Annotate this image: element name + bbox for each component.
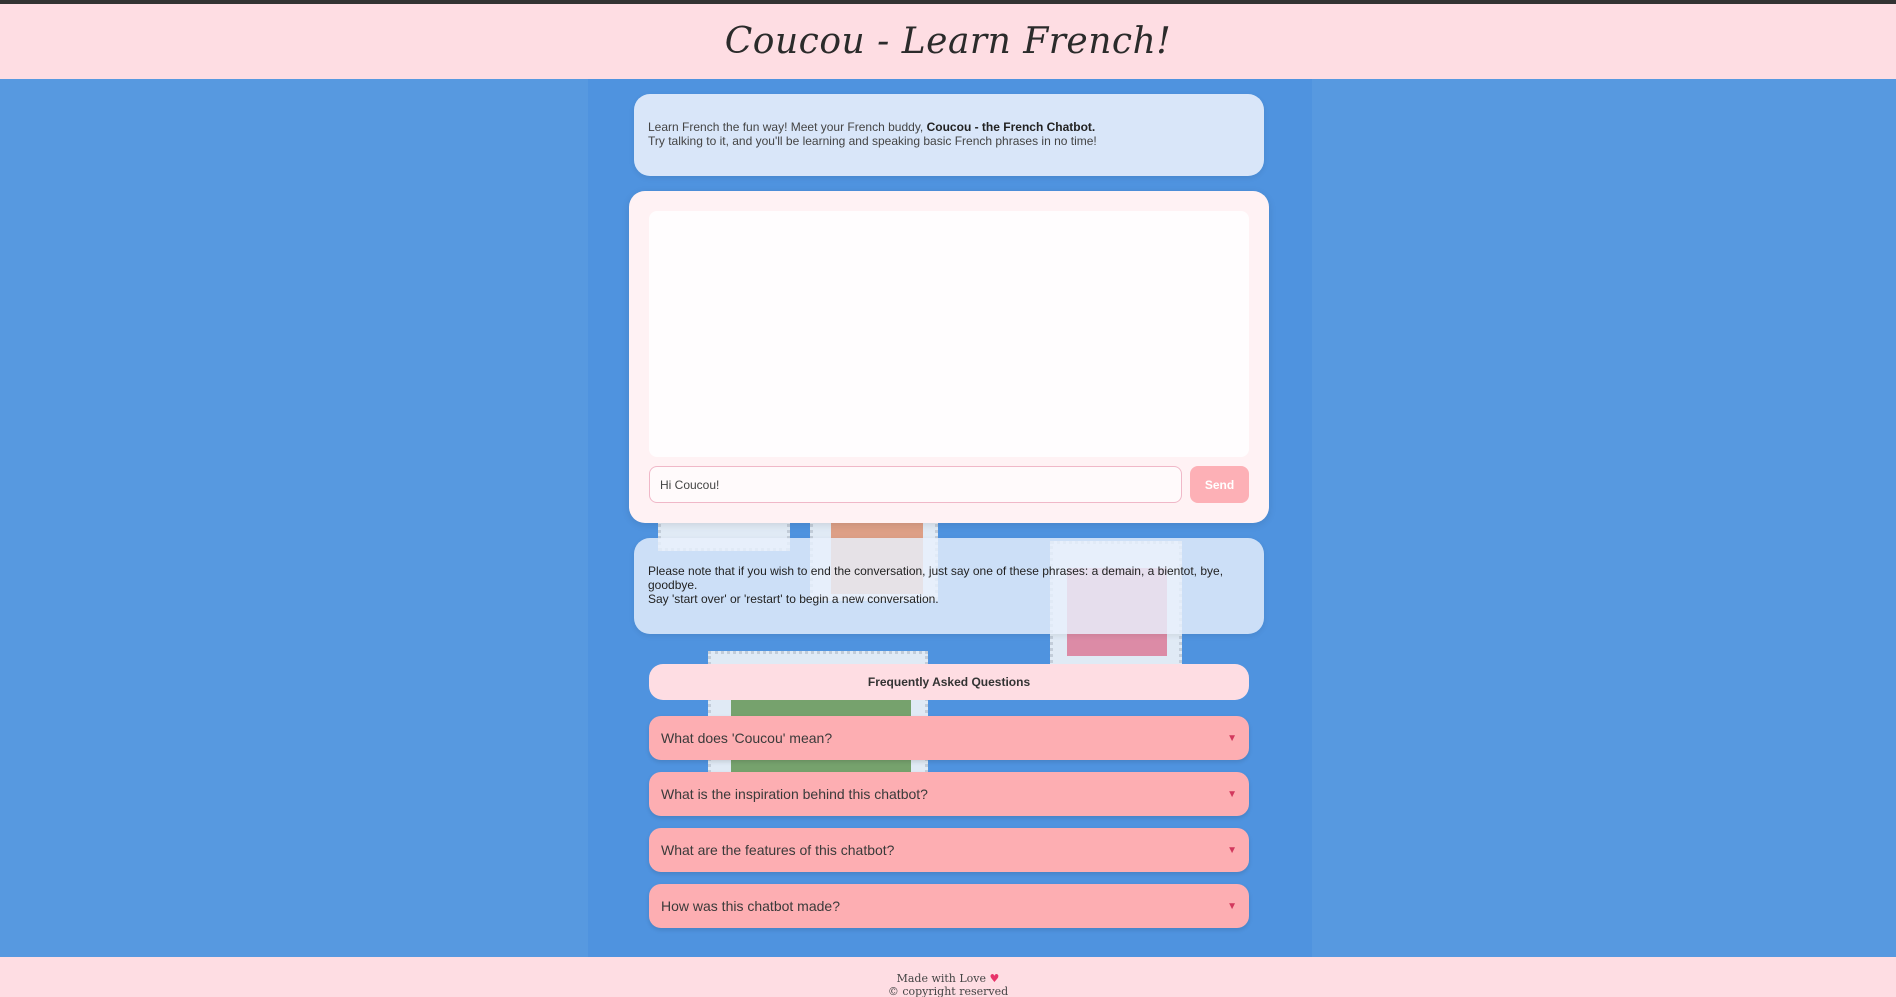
heart-icon: ♥ <box>989 972 1000 985</box>
faq-item[interactable]: How was this chatbot made? ▼ <box>649 884 1249 928</box>
triangle-down-icon: ▼ <box>1227 900 1237 912</box>
faq-question: What are the features of this chatbot? <box>661 842 895 858</box>
copyright-text: © copyright reserved <box>887 985 1009 997</box>
triangle-down-icon: ▼ <box>1227 788 1237 800</box>
chat-card: Send <box>629 191 1269 523</box>
site-footer: Made with Love ♥ © copyright reserved <box>0 957 1896 997</box>
faq-item[interactable]: What does 'Coucou' mean? ▼ <box>649 716 1249 760</box>
intro-line2: Try talking to it, and you'll be learnin… <box>648 134 1097 148</box>
note-text: Please note that if you wish to end the … <box>648 564 1250 606</box>
triangle-down-icon: ▼ <box>1227 844 1237 856</box>
site-title: Coucou - Learn French! <box>724 21 1172 62</box>
intro-line1-prefix: Learn French the fun way! Meet your Fren… <box>648 120 924 134</box>
intro-text: Learn French the fun way! Meet your Fren… <box>648 120 1250 148</box>
intro-chatbot-name: Coucou - the French Chatbot. <box>926 120 1096 134</box>
end-conversation-note: Please note that if you wish to end the … <box>634 538 1264 634</box>
faq-question: What does 'Coucou' mean? <box>661 730 833 746</box>
faq-item[interactable]: What is the inspiration behind this chat… <box>649 772 1249 816</box>
site-header: Coucou - Learn French! <box>0 4 1896 79</box>
made-with-text: Made with Love <box>896 972 987 985</box>
faq-item[interactable]: What are the features of this chatbot? ▼ <box>649 828 1249 872</box>
note-line1: Please note that if you wish to end the … <box>648 564 1224 592</box>
faq-heading: Frequently Asked Questions <box>649 664 1249 700</box>
faq-question: What is the inspiration behind this chat… <box>661 786 928 802</box>
send-button[interactable]: Send <box>1190 466 1249 503</box>
chat-log[interactable] <box>649 211 1249 457</box>
chat-message-input[interactable] <box>649 466 1182 503</box>
faq-question: How was this chatbot made? <box>661 898 840 914</box>
made-with-love: Made with Love ♥ <box>0 972 1896 985</box>
note-line2: Say 'start over' or 'restart' to begin a… <box>648 592 939 606</box>
intro-card: Learn French the fun way! Meet your Fren… <box>634 94 1264 176</box>
triangle-down-icon: ▼ <box>1227 732 1237 744</box>
